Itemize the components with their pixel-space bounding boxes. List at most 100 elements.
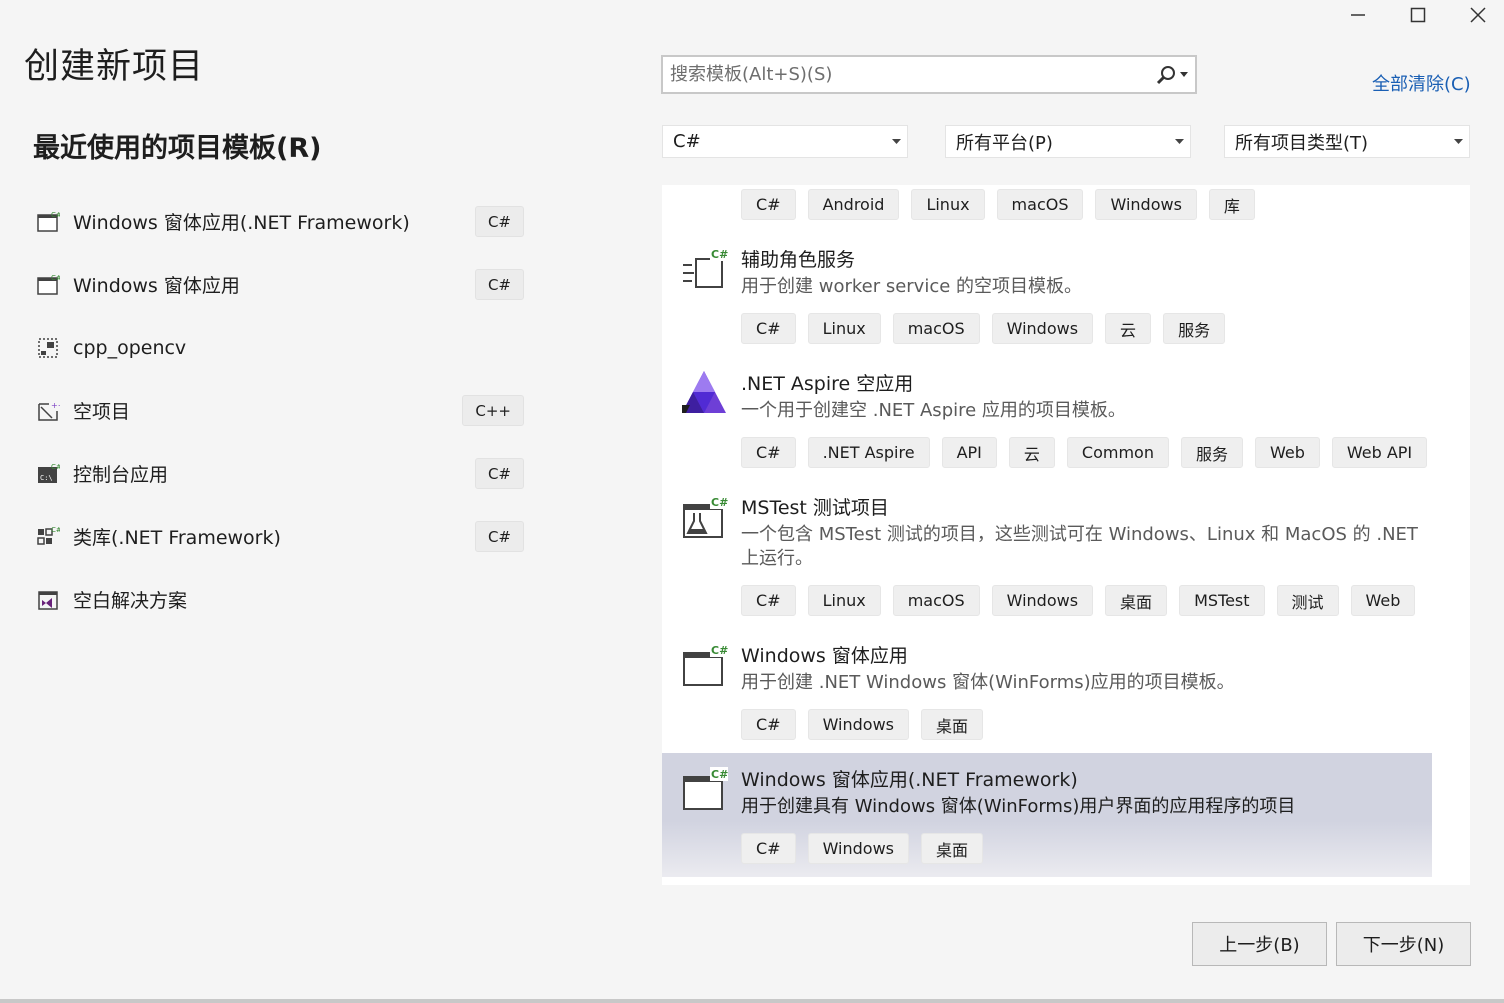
template-results-list[interactable]: C# Android Linux macOS Windows 库 C# 辅助角色…	[662, 185, 1470, 885]
tag: C#	[741, 189, 796, 220]
partial-template-tags: C# Android Linux macOS Windows 库	[741, 189, 1255, 220]
winforms-icon: C#	[683, 767, 728, 810]
recent-item-label: Windows 窗体应用(.NET Framework)	[73, 212, 410, 234]
aspire-icon	[682, 371, 726, 413]
template-item-worker-service[interactable]: C# 辅助角色服务 用于创建 worker service 的空项目模板。 C#…	[662, 235, 1432, 353]
svg-text:C#: C#	[711, 644, 728, 657]
tag: Windows	[991, 313, 1094, 344]
search-input[interactable]	[663, 57, 1149, 92]
svg-text:C#: C#	[51, 526, 60, 534]
tag: macOS	[892, 313, 980, 344]
search-icon	[1156, 65, 1175, 84]
template-tags: C# .NET Aspire API 云 Common 服务 Web Web A…	[741, 437, 1428, 468]
svg-text:C#: C#	[711, 248, 728, 261]
template-description: 一个包含 MSTest 测试的项目，这些测试可在 Windows、Linux 和…	[741, 524, 1418, 569]
platform-filter-dropdown[interactable]: 所有平台(P)	[945, 125, 1191, 158]
winforms-icon: C#	[683, 643, 728, 686]
tag: 服务	[1180, 437, 1243, 468]
template-item-aspire[interactable]: .NET Aspire 空应用 一个用于创建空 .NET Aspire 应用的项…	[662, 359, 1432, 477]
tag: Web	[1350, 585, 1416, 616]
svg-text:C#: C#	[51, 463, 60, 471]
next-button[interactable]: 下一步(N)	[1336, 922, 1471, 966]
tag: Android	[807, 189, 900, 220]
winforms-icon: C#	[36, 273, 60, 297]
maximize-icon	[1410, 7, 1426, 23]
language-badge: C#	[474, 458, 524, 489]
tag: 服务	[1163, 313, 1226, 344]
tag: 云	[1008, 437, 1055, 468]
template-tags: C# Windows 桌面	[741, 833, 984, 864]
template-tags: C# Linux macOS Windows 云 服务	[741, 313, 1226, 344]
back-button[interactable]: 上一步(B)	[1192, 922, 1327, 966]
chevron-down-icon	[892, 139, 901, 144]
recent-item[interactable]: C# Windows 窗体应用(.NET Framework) C#	[30, 190, 530, 253]
recent-item[interactable]: C:\ C# 控制台应用 C#	[30, 442, 530, 505]
recent-item[interactable]: 空白解决方案	[30, 568, 530, 631]
tag: C#	[741, 833, 796, 864]
search-options-button[interactable]	[1149, 57, 1195, 92]
recent-item-label: Windows 窗体应用	[73, 275, 240, 297]
template-item-winforms-netframework[interactable]: C# Windows 窗体应用(.NET Framework) 用于创建具有 W…	[662, 753, 1432, 877]
page-title: 创建新项目	[24, 47, 205, 87]
tag: Linux	[807, 585, 881, 616]
tag: Web API	[1331, 437, 1428, 468]
custom-template-icon	[36, 336, 60, 360]
tag: Windows	[991, 585, 1094, 616]
language-filter-dropdown[interactable]: C#	[662, 125, 908, 158]
recent-item-label: 空项目	[73, 401, 131, 423]
template-name: 辅助角色服务	[741, 249, 856, 271]
template-tags: C# Linux macOS Windows 桌面 MSTest 测试 Web	[741, 585, 1416, 616]
worker-service-icon: C#	[683, 247, 728, 288]
template-item-mstest[interactable]: C# MSTest 测试项目 一个包含 MSTest 测试的项目，这些测试可在 …	[662, 483, 1432, 625]
tag: Web	[1254, 437, 1320, 468]
recent-templates-list: C# Windows 窗体应用(.NET Framework) C# C# Wi…	[30, 190, 530, 631]
chevron-down-icon	[1454, 139, 1463, 144]
chevron-down-icon	[1175, 139, 1184, 144]
tag: C#	[741, 709, 796, 740]
tag: 桌面	[921, 709, 984, 740]
svg-text:++: ++	[51, 401, 60, 410]
tag: .NET Aspire	[807, 437, 930, 468]
tag: Windows	[807, 709, 909, 740]
tag: Linux	[911, 189, 985, 220]
empty-project-icon: ++	[36, 399, 60, 423]
svg-text:C#: C#	[51, 274, 60, 282]
template-name: Windows 窗体应用(.NET Framework)	[741, 769, 1078, 791]
tag: 桌面	[1105, 585, 1168, 616]
minimize-button[interactable]	[1328, 0, 1388, 30]
template-name: MSTest 测试项目	[741, 497, 889, 519]
language-filter-value: C#	[673, 131, 701, 152]
minimize-icon	[1351, 14, 1365, 16]
language-badge: C++	[462, 395, 524, 426]
recent-item[interactable]: C# 类库(.NET Framework) C#	[30, 505, 530, 568]
recent-item-label: 空白解决方案	[73, 590, 188, 612]
class-library-icon: C#	[36, 525, 60, 549]
template-description: 用于创建 worker service 的空项目模板。	[741, 276, 1083, 297]
svg-text:C:\: C:\	[40, 474, 53, 482]
template-search-box	[661, 55, 1197, 94]
recent-item[interactable]: C# Windows 窗体应用 C#	[30, 253, 530, 316]
language-badge: C#	[474, 521, 524, 552]
close-icon	[1470, 7, 1486, 23]
tag: 库	[1208, 189, 1255, 220]
winforms-icon: C#	[36, 210, 60, 234]
recent-item[interactable]: cpp_opencv	[30, 316, 530, 379]
close-button[interactable]	[1448, 0, 1504, 30]
language-badge: C#	[474, 269, 524, 300]
tag: 桌面	[921, 833, 984, 864]
project-type-filter-dropdown[interactable]: 所有项目类型(T)	[1224, 125, 1470, 158]
template-description: 用于创建 .NET Windows 窗体(WinForms)应用的项目模板。	[741, 672, 1235, 693]
tag: macOS	[996, 189, 1084, 220]
template-name: Windows 窗体应用	[741, 645, 908, 667]
mstest-icon: C#	[683, 495, 728, 538]
clear-all-link[interactable]: 全部清除(C)	[1372, 70, 1471, 96]
template-item-winforms[interactable]: C# Windows 窗体应用 用于创建 .NET Windows 窗体(Win…	[662, 631, 1432, 749]
template-description: 用于创建具有 Windows 窗体(WinForms)用户界面的应用程序的项目	[741, 796, 1296, 817]
console-app-icon: C:\ C#	[36, 462, 60, 486]
maximize-button[interactable]	[1388, 0, 1448, 30]
tag: Common	[1066, 437, 1169, 468]
recent-item[interactable]: ++ 空项目 C++	[30, 379, 530, 442]
tag: Windows	[807, 833, 909, 864]
tag: Linux	[807, 313, 881, 344]
blank-solution-icon	[36, 588, 60, 612]
